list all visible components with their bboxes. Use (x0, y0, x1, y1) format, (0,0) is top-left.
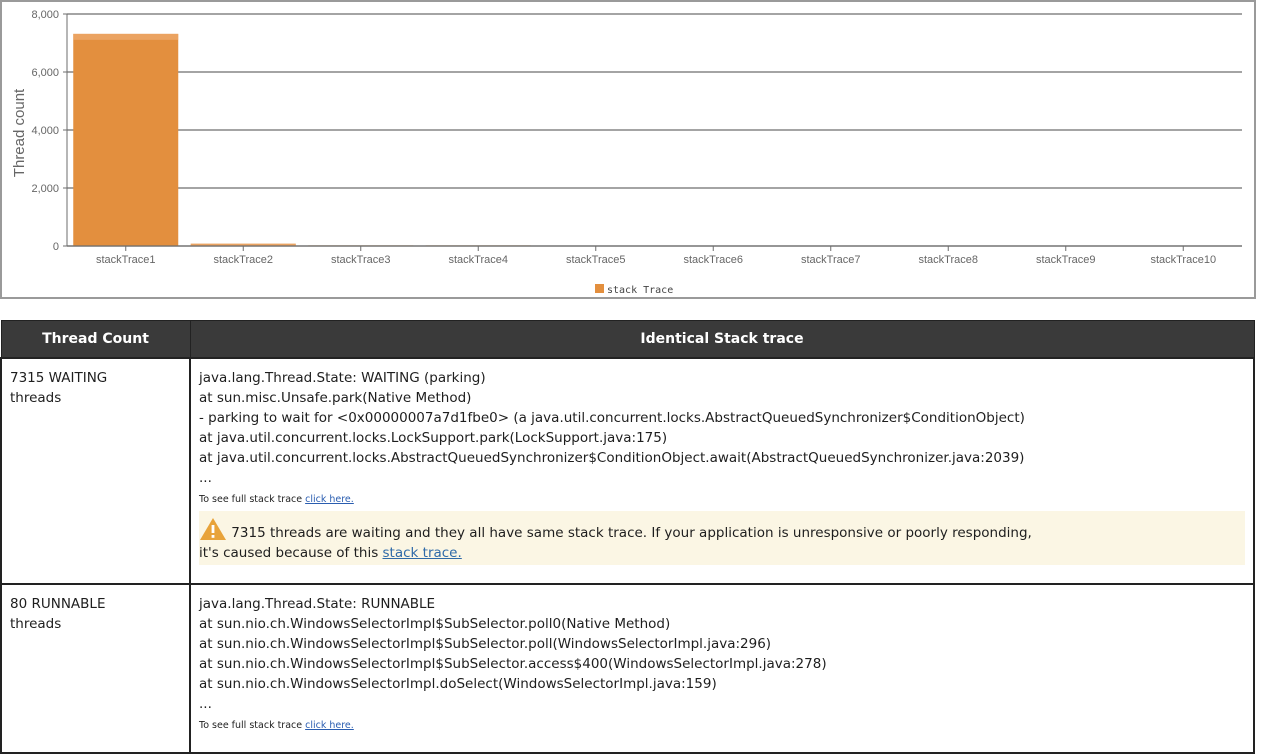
stack-line: java.lang.Thread.State: WAITING (parking… (199, 370, 486, 386)
warning-text: 7315 threads are waiting and they all ha… (231, 525, 1032, 541)
stack-line: ... (199, 470, 212, 486)
table-row: 80 RUNNABLE threads java.lang.Thread.Sta… (0, 583, 1255, 754)
full-trace-note: To see full stack trace click here. (199, 718, 1245, 734)
x-tick-label: stackTrace2 (213, 254, 273, 266)
x-tick-label: stackTrace4 (448, 254, 508, 266)
full-trace-link[interactable]: click here. (305, 720, 354, 731)
legend-label: stack Trace (607, 285, 673, 296)
thread-count-cell: 80 RUNNABLE threads (0, 583, 191, 754)
warning-text-cont: it's caused because of this (199, 545, 383, 561)
x-tick-label: stackTrace8 (918, 254, 978, 266)
stack-line: - parking to wait for <0x00000007a7d1fbe… (199, 410, 1025, 426)
full-trace-note-text: To see full stack trace (199, 720, 306, 731)
x-tick-label: stackTrace9 (1036, 254, 1096, 266)
stack-trace-table: Thread Count Identical Stack trace 7315 … (0, 320, 1255, 754)
header-identical-stack-trace: Identical Stack trace (189, 320, 1255, 359)
stack-line: ... (199, 696, 212, 712)
stack-line: java.lang.Thread.State: RUNNABLE (199, 596, 436, 612)
stack-line: at sun.nio.ch.WindowsSelectorImpl$SubSel… (199, 656, 827, 672)
y-tick-label: 4,000 (31, 125, 59, 137)
thread-count-chart: 0 2,000 4,000 6,000 8,000 Thread count stackTr… (0, 0, 1256, 299)
x-tick-label: stackTrace6 (683, 254, 743, 266)
stack-line: at sun.nio.ch.WindowsSelectorImpl$SubSel… (199, 616, 671, 632)
x-tick-label: stackTrace3 (331, 254, 391, 266)
bar-stackTrace1 (73, 33, 179, 247)
full-trace-link[interactable]: click here. (305, 494, 354, 505)
stack-line: at java.util.concurrent.locks.AbstractQu… (199, 450, 1025, 466)
full-trace-note-text: To see full stack trace (199, 494, 306, 505)
thread-count-cell: 7315 WAITING threads (0, 357, 191, 585)
warning-icon (200, 518, 226, 540)
x-tick-label: stackTrace1 (96, 254, 156, 266)
bar-highlight-stackTrace1 (73, 33, 179, 40)
thread-count-value: 80 RUNNABLE (10, 596, 106, 612)
y-tick-label: 8,000 (31, 9, 59, 21)
y-axis-title: Thread count (11, 88, 28, 177)
warning-banner: 7315 threads are waiting and they all ha… (199, 511, 1245, 565)
x-tick-label: stackTrace10 (1150, 254, 1216, 266)
full-trace-note: To see full stack trace click here. (199, 492, 1245, 508)
stack-line: at sun.nio.ch.WindowsSelectorImpl.doSele… (199, 676, 717, 692)
stack-trace-cell: java.lang.Thread.State: RUNNABLE at sun.… (189, 583, 1255, 754)
warning-stack-trace-link[interactable]: stack trace. (383, 545, 462, 561)
thread-count-unit: threads (10, 390, 62, 406)
stack-line: at sun.misc.Unsafe.park(Native Method) (199, 390, 472, 406)
stack-line: at java.util.concurrent.locks.LockSuppor… (199, 430, 668, 446)
header-thread-count: Thread Count (0, 320, 191, 359)
y-tick-label: 2,000 (31, 183, 59, 195)
thread-count-unit: threads (10, 616, 62, 632)
x-tick-label: stackTrace5 (566, 254, 626, 266)
thread-count-value: 7315 WAITING (10, 370, 108, 386)
stack-line: at sun.nio.ch.WindowsSelectorImpl$SubSel… (199, 636, 772, 652)
y-tick-label: 6,000 (31, 67, 59, 79)
y-tick-label: 0 (53, 241, 59, 253)
table-header-row: Thread Count Identical Stack trace (0, 320, 1255, 359)
stack-trace-cell: java.lang.Thread.State: WAITING (parking… (189, 357, 1255, 585)
table-row: 7315 WAITING threads java.lang.Thread.St… (0, 357, 1255, 585)
legend-swatch (595, 284, 604, 293)
chart-canvas: 0 2,000 4,000 6,000 8,000 Thread count stackTr… (11, 9, 1242, 296)
x-tick-label: stackTrace7 (801, 254, 861, 266)
stack-trace-table-container: Thread Count Identical Stack trace 7315 … (0, 320, 1255, 754)
